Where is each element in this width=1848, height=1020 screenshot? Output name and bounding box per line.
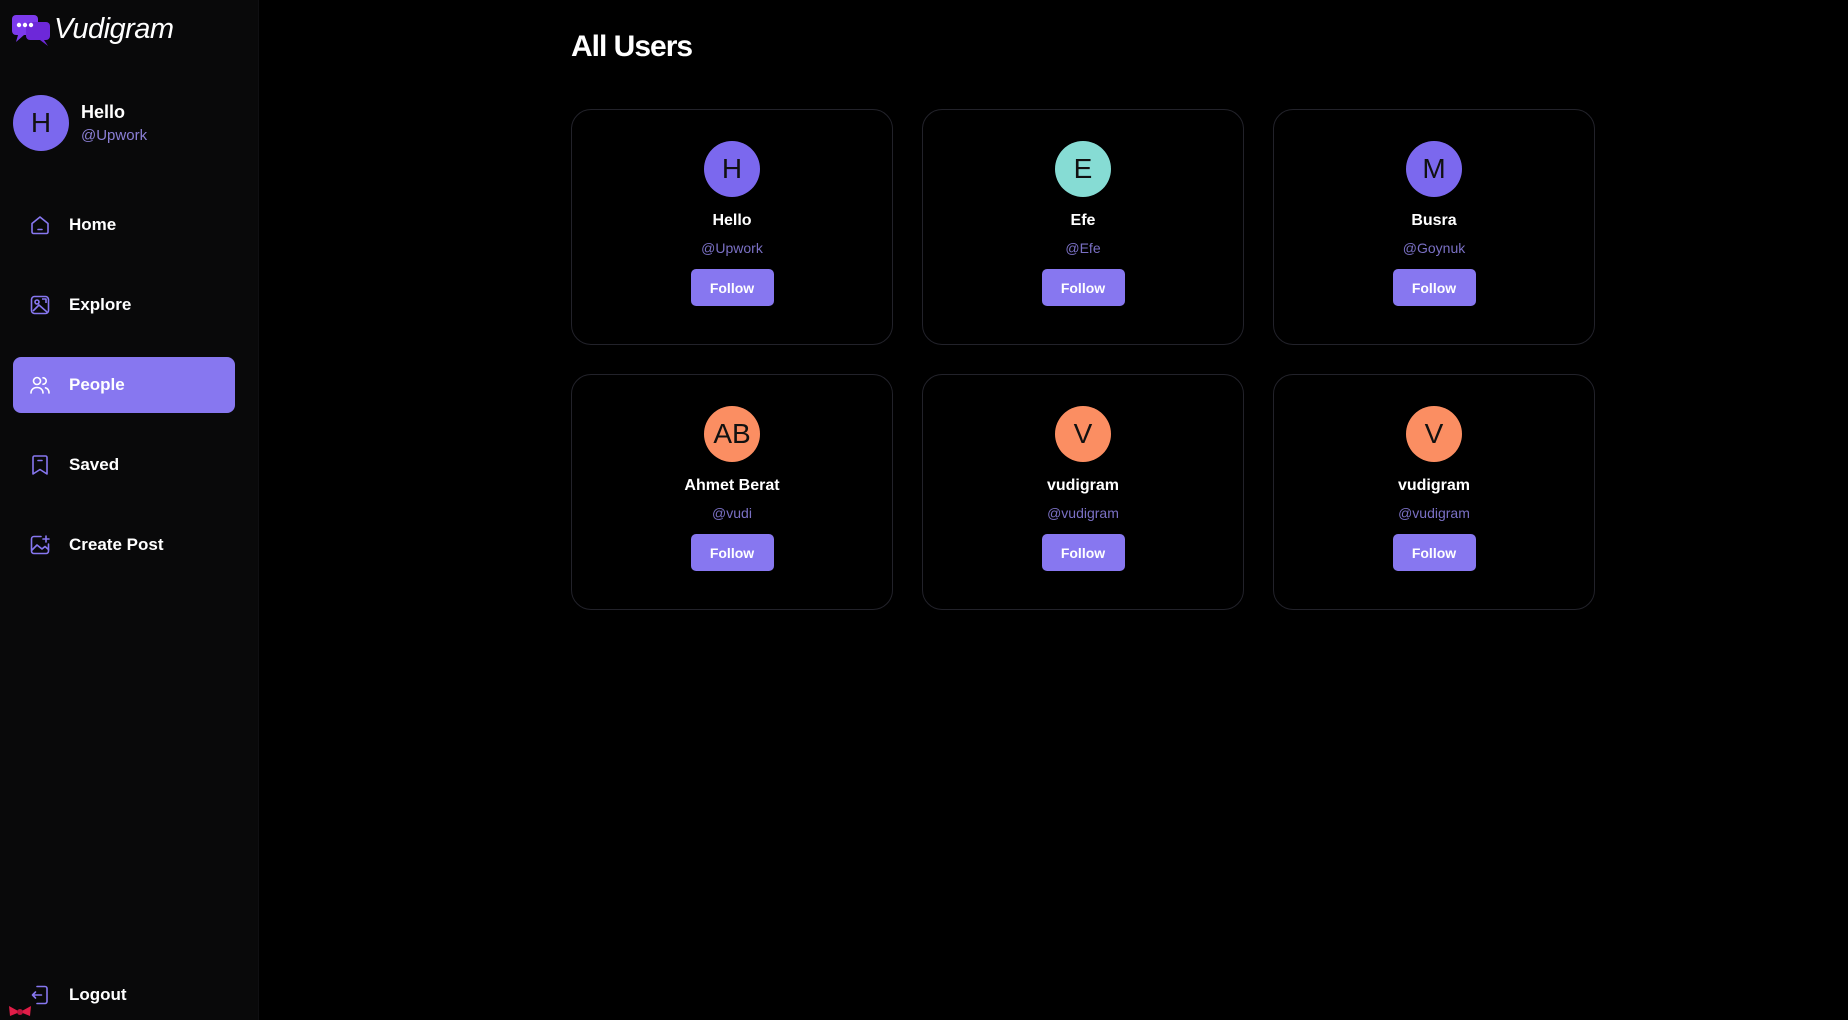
main-content: All Users (571, 30, 693, 64)
user-name: Busra (1411, 212, 1457, 229)
avatar: AB (704, 406, 760, 462)
user-name: vudigram (1046, 477, 1119, 494)
nav-label: Create Post (69, 535, 164, 554)
follow-button[interactable]: Follow (1392, 269, 1476, 306)
user-handle: @vudi (712, 505, 752, 521)
app-name: Vudigram (54, 12, 174, 45)
follow-button[interactable]: Follow (690, 534, 774, 571)
user-card[interactable]: V vudigram @vudigram Follow (1273, 374, 1595, 610)
profile-handle: @Upwork (81, 127, 148, 144)
user-name: vudigram (1397, 477, 1470, 494)
bookmark-icon (28, 453, 52, 477)
logout-button[interactable]: Logout (13, 967, 235, 1020)
avatar: V (1055, 406, 1111, 462)
user-name: Hello (712, 212, 752, 229)
avatar: E (1055, 141, 1111, 197)
main-nav: Home Explore People Saved Create Post (13, 197, 235, 597)
explore-icon (28, 293, 52, 317)
avatar: H (13, 95, 69, 151)
user-handle: @vudigram (1047, 505, 1119, 521)
user-handle: @vudigram (1398, 505, 1470, 521)
user-name: Efe (1070, 212, 1096, 229)
nav-label: Saved (69, 455, 120, 474)
nav-item-create-post[interactable]: Create Post (13, 517, 235, 573)
users-grid: H Hello @Upwork Follow E Efe @Efe Follow… (571, 109, 1595, 610)
follow-button[interactable]: Follow (1392, 534, 1476, 571)
profile-name: Hello (81, 102, 126, 122)
nav-item-home[interactable]: Home (13, 197, 235, 253)
nav-item-people[interactable]: People (13, 357, 235, 413)
user-handle: @Upwork (701, 240, 763, 256)
user-handle: @Goynuk (1402, 240, 1466, 256)
nav-label: Explore (69, 295, 132, 314)
user-name: Ahmet Berat (684, 477, 780, 494)
user-card[interactable]: E Efe @Efe Follow (922, 109, 1244, 345)
page-title: All Users (571, 30, 693, 63)
avatar: V (1406, 406, 1462, 462)
avatar: M (1406, 141, 1462, 197)
follow-button[interactable]: Follow (1041, 269, 1125, 306)
nav-item-saved[interactable]: Saved (13, 437, 235, 493)
user-card[interactable]: V vudigram @vudigram Follow (922, 374, 1244, 610)
user-card[interactable]: H Hello @Upwork Follow (571, 109, 893, 345)
current-user-profile[interactable]: H Hello @Upwork (13, 95, 147, 151)
sidebar: Vudigram H Hello @Upwork Home Explore Pe… (0, 0, 259, 1020)
nav-label: People (69, 375, 125, 394)
chat-bubbles-icon (12, 15, 50, 46)
avatar: H (704, 141, 760, 197)
user-card[interactable]: AB Ahmet Berat @vudi Follow (571, 374, 893, 610)
create-post-icon (28, 533, 52, 557)
user-handle: @Efe (1065, 240, 1101, 256)
bow-icon (9, 1006, 31, 1016)
app-logo[interactable]: Vudigram (12, 12, 174, 46)
follow-button[interactable]: Follow (1041, 534, 1125, 571)
logout-label: Logout (69, 985, 127, 1004)
user-card[interactable]: M Busra @Goynuk Follow (1273, 109, 1595, 345)
people-icon (28, 373, 52, 397)
follow-button[interactable]: Follow (690, 269, 774, 306)
home-icon (28, 213, 52, 237)
nav-item-explore[interactable]: Explore (13, 277, 235, 333)
nav-label: Home (69, 215, 117, 234)
